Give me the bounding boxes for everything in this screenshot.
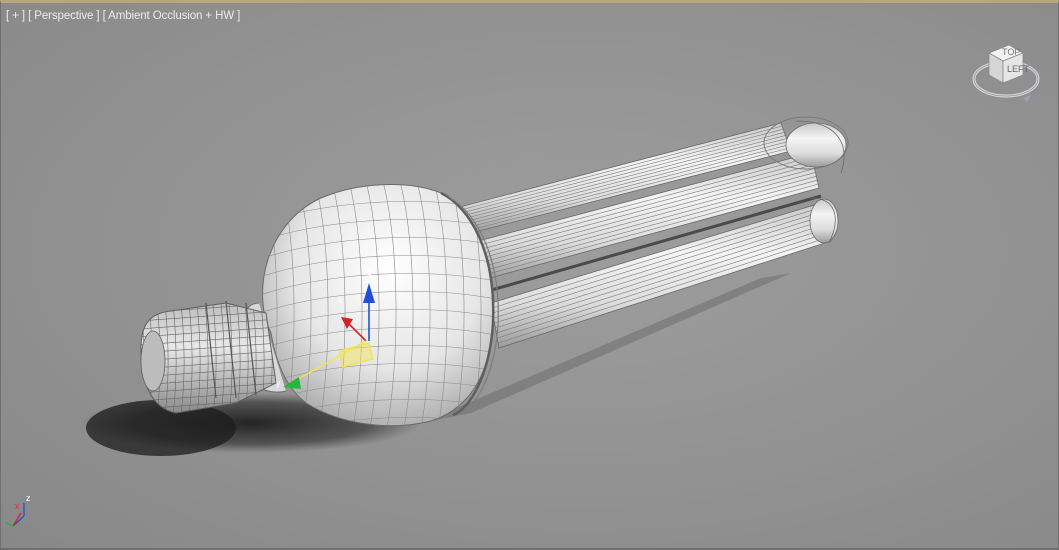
- world-axis-z-label: z: [26, 493, 31, 503]
- world-axis-x-label: x: [15, 501, 20, 511]
- world-axis-tripod: x z: [5, 493, 31, 527]
- viewcube-face-label: LEFT: [1007, 64, 1030, 74]
- viewcube-compass-arrow-icon: [1023, 95, 1031, 102]
- scene-canvas[interactable]: x y z LEFT TOP x z: [1, 3, 1059, 550]
- viewcube[interactable]: LEFT TOP: [972, 44, 1040, 102]
- perspective-viewport[interactable]: [ + ] [ Perspective ] [ Ambient Occlusio…: [0, 0, 1059, 550]
- gizmo-z-label: z: [367, 267, 372, 277]
- viewcube-top-label: TOP: [1002, 47, 1020, 57]
- gizmo-y-label: y: [276, 378, 281, 388]
- gizmo-x-label: x: [338, 295, 343, 305]
- bulb-tubes: [455, 116, 849, 349]
